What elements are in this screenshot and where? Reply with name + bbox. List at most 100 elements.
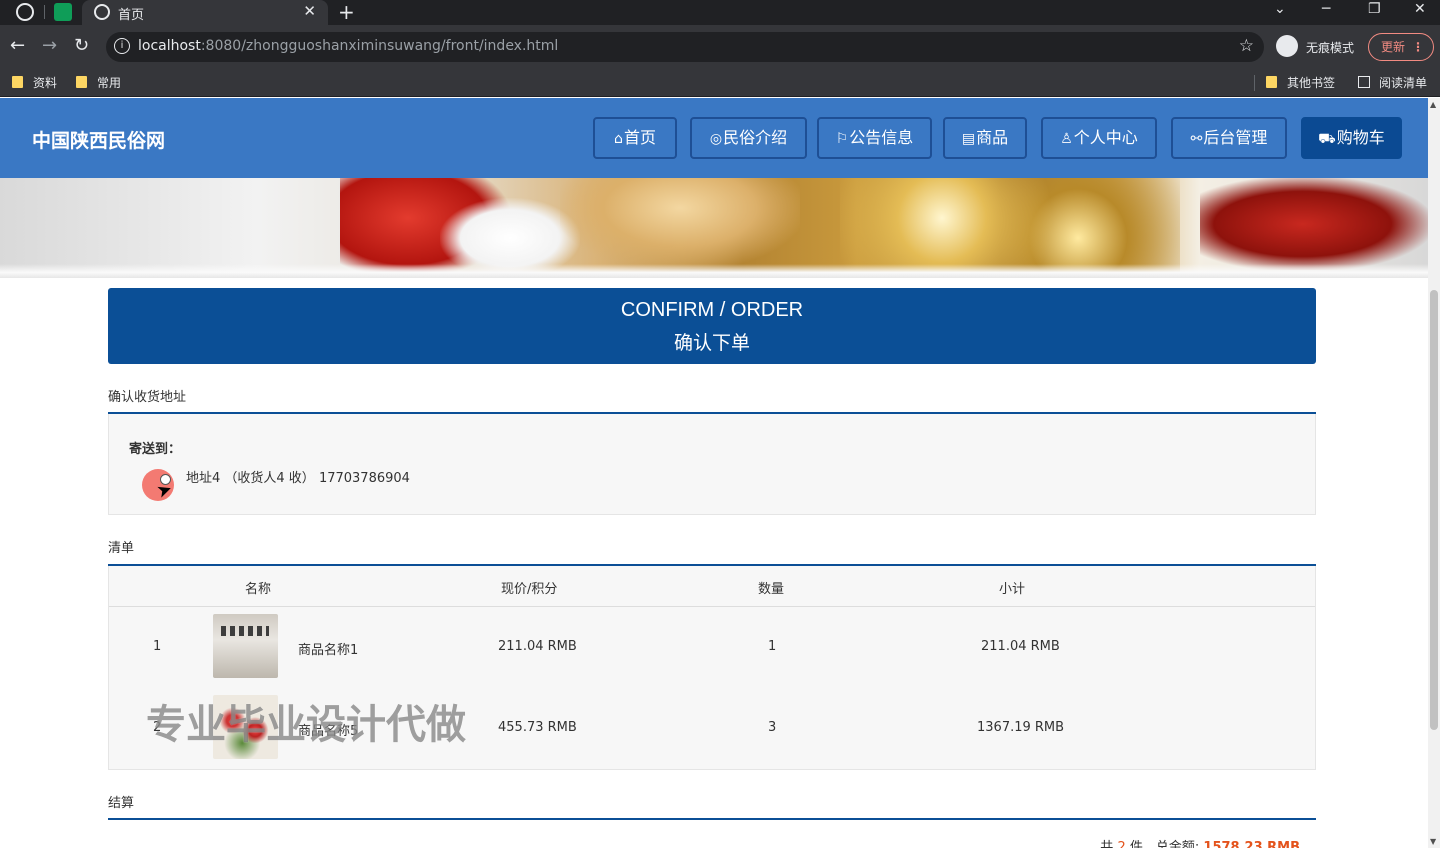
reading-list-label: 阅读清单 bbox=[1379, 76, 1428, 90]
bokeh-lights-image bbox=[840, 178, 1180, 278]
nav-folk-intro[interactable]: ◎民俗介绍 bbox=[690, 117, 807, 159]
nav-admin[interactable]: ⚯后台管理 bbox=[1171, 117, 1287, 159]
site-title[interactable]: 中国陕西民俗网 bbox=[32, 126, 165, 153]
bookmark-label: 资料 bbox=[33, 76, 58, 90]
user-icon: ♙ bbox=[1060, 131, 1073, 147]
bookmark-separator bbox=[1254, 75, 1255, 91]
nav-home[interactable]: ⌂首页 bbox=[593, 117, 677, 159]
address-panel: 寄送到： ➤ 地址4 （收货人4 收） 17703786904 bbox=[108, 414, 1316, 515]
nav-label: 公告信息 bbox=[849, 128, 914, 147]
cart-icon: ⛟ bbox=[1318, 131, 1336, 147]
browser-globe-icon[interactable] bbox=[16, 3, 34, 21]
bottles-graphic bbox=[221, 626, 269, 636]
product-subtotal: 1367.19 RMB bbox=[977, 720, 1065, 735]
globe-icon bbox=[94, 4, 110, 20]
header-qty: 数量 bbox=[758, 582, 785, 597]
confirm-title-en: CONFIRM / ORDER bbox=[620, 299, 804, 321]
minimize-icon[interactable]: ─ bbox=[1322, 1, 1330, 17]
header-subtotal: 小计 bbox=[999, 582, 1026, 597]
address-bar-row: ← → ↻ i localhost:8080/zhongguoshanximin… bbox=[0, 25, 1440, 69]
nav-label: 后台管理 bbox=[1203, 128, 1268, 147]
nav-cart[interactable]: ⛟购物车 bbox=[1301, 117, 1402, 159]
total-amount: 1578.23 RMB bbox=[1203, 840, 1300, 848]
palette-icon: ◎ bbox=[709, 131, 723, 147]
url-host: localhost bbox=[138, 38, 201, 54]
bookmark-label: 常用 bbox=[97, 76, 122, 90]
gift-box-image bbox=[560, 178, 800, 268]
nav-personal-center[interactable]: ♙个人中心 bbox=[1041, 117, 1157, 159]
nav-label: 首页 bbox=[623, 128, 656, 147]
product-qty: 3 bbox=[768, 720, 777, 735]
send-to-label: 寄送到： bbox=[129, 442, 182, 457]
scroll-up-icon[interactable]: ▲ bbox=[1430, 100, 1436, 109]
folder-icon bbox=[1266, 76, 1277, 88]
new-tab-icon[interactable]: + bbox=[338, 0, 355, 24]
flag-icon: ⚐ bbox=[835, 131, 849, 147]
menu-dots-icon[interactable]: ⋮ bbox=[1412, 34, 1424, 60]
close-window-icon[interactable]: ✕ bbox=[1414, 1, 1426, 17]
confirm-order-banner: CONFIRM / ORDER 确认下单 bbox=[108, 288, 1316, 364]
browser-tab-strip: 首页 ✕ + ⌄ ─ ❐ ✕ bbox=[0, 0, 1440, 25]
url-path: :8080/zhongguoshanximinsuwang/front/inde… bbox=[200, 38, 559, 54]
home-icon: ⌂ bbox=[614, 131, 623, 147]
update-label: 更新 bbox=[1381, 40, 1406, 54]
total-prefix: 共 bbox=[1100, 840, 1114, 848]
close-tab-icon[interactable]: ✕ bbox=[303, 2, 316, 20]
back-icon[interactable]: ← bbox=[10, 35, 25, 56]
header-price: 现价/积分 bbox=[501, 582, 558, 597]
total-suffix: 件，总金额: bbox=[1129, 840, 1200, 848]
watermark-text: 专业毕业设计代做 bbox=[146, 702, 466, 748]
update-button[interactable]: 更新 ⋮ bbox=[1368, 33, 1434, 61]
scrollbar-thumb[interactable] bbox=[1430, 290, 1438, 730]
nav-label: 民俗介绍 bbox=[723, 128, 788, 147]
nav-products[interactable]: ▤商品 bbox=[943, 117, 1027, 159]
url-input[interactable]: i localhost:8080/zhongguoshanximinsuwang… bbox=[106, 32, 1264, 62]
nav-announcements[interactable]: ⚐公告信息 bbox=[817, 117, 932, 159]
spreadsheet-tab-icon[interactable] bbox=[54, 3, 72, 21]
item-count: 2 bbox=[1117, 840, 1126, 848]
product-name[interactable]: 商品名称1 bbox=[298, 639, 358, 658]
nav-label: 个人中心 bbox=[1073, 128, 1138, 147]
order-total: 共 2 件，总金额: 1578.23 RMB bbox=[1100, 836, 1300, 848]
scroll-down-icon[interactable]: ▼ bbox=[1430, 837, 1436, 846]
row-index: 1 bbox=[153, 639, 162, 654]
confirm-title-cn: 确认下单 bbox=[673, 332, 750, 354]
address-entry[interactable]: 地址4 （收货人4 收） 17703786904 bbox=[186, 467, 410, 486]
tab-search-icon[interactable]: ⌄ bbox=[1274, 1, 1286, 17]
banner-swoosh bbox=[0, 264, 1428, 278]
product-subtotal: 211.04 RMB bbox=[981, 639, 1060, 654]
bookmarks-bar: 资料 常用 其他书签 阅读清单 bbox=[0, 69, 1440, 97]
page-scrollbar[interactable]: ▲ ▼ bbox=[1428, 98, 1440, 848]
folder-icon bbox=[76, 76, 87, 88]
settle-section-divider bbox=[108, 818, 1316, 820]
christmas-banner-image bbox=[0, 178, 1428, 278]
product-price: 455.73 RMB bbox=[498, 720, 577, 735]
nav-label: 商品 bbox=[976, 128, 1009, 147]
product-thumbnail[interactable] bbox=[213, 614, 278, 678]
folder-icon bbox=[12, 76, 23, 88]
nav-label: 购物车 bbox=[1336, 128, 1385, 147]
reading-list-icon bbox=[1358, 76, 1370, 88]
product-qty: 1 bbox=[768, 639, 777, 654]
bookmark-folder-materials[interactable]: 资料 bbox=[12, 74, 57, 91]
table-header: 名称 现价/积分 数量 小计 bbox=[109, 566, 1315, 607]
tab-home[interactable]: 首页 ✕ bbox=[82, 0, 328, 25]
header-name: 名称 bbox=[245, 582, 272, 597]
incognito-icon bbox=[1276, 35, 1298, 57]
link-icon: ⚯ bbox=[1190, 131, 1203, 147]
order-section-label: 清单 bbox=[108, 541, 135, 556]
product-price: 211.04 RMB bbox=[498, 639, 577, 654]
reload-icon[interactable]: ↻ bbox=[74, 35, 89, 56]
bookmark-folder-common[interactable]: 常用 bbox=[76, 74, 121, 91]
bookmark-star-icon[interactable]: ☆ bbox=[1239, 36, 1254, 56]
site-info-icon[interactable]: i bbox=[114, 38, 130, 54]
address-section-label: 确认收货地址 bbox=[108, 390, 187, 405]
url-text: localhost:8080/zhongguoshanximinsuwang/f… bbox=[138, 38, 558, 54]
site-header: 中国陕西民俗网 ⌂首页 ◎民俗介绍 ⚐公告信息 ▤商品 ♙个人中心 ⚯后台管理 … bbox=[0, 98, 1428, 178]
other-bookmarks[interactable]: 其他书签 bbox=[1266, 74, 1335, 91]
red-sack-image bbox=[1200, 178, 1428, 270]
forward-icon[interactable]: → bbox=[42, 35, 57, 56]
restore-icon[interactable]: ❐ bbox=[1368, 1, 1381, 17]
settle-section-label: 结算 bbox=[108, 796, 135, 811]
reading-list[interactable]: 阅读清单 bbox=[1358, 74, 1427, 91]
